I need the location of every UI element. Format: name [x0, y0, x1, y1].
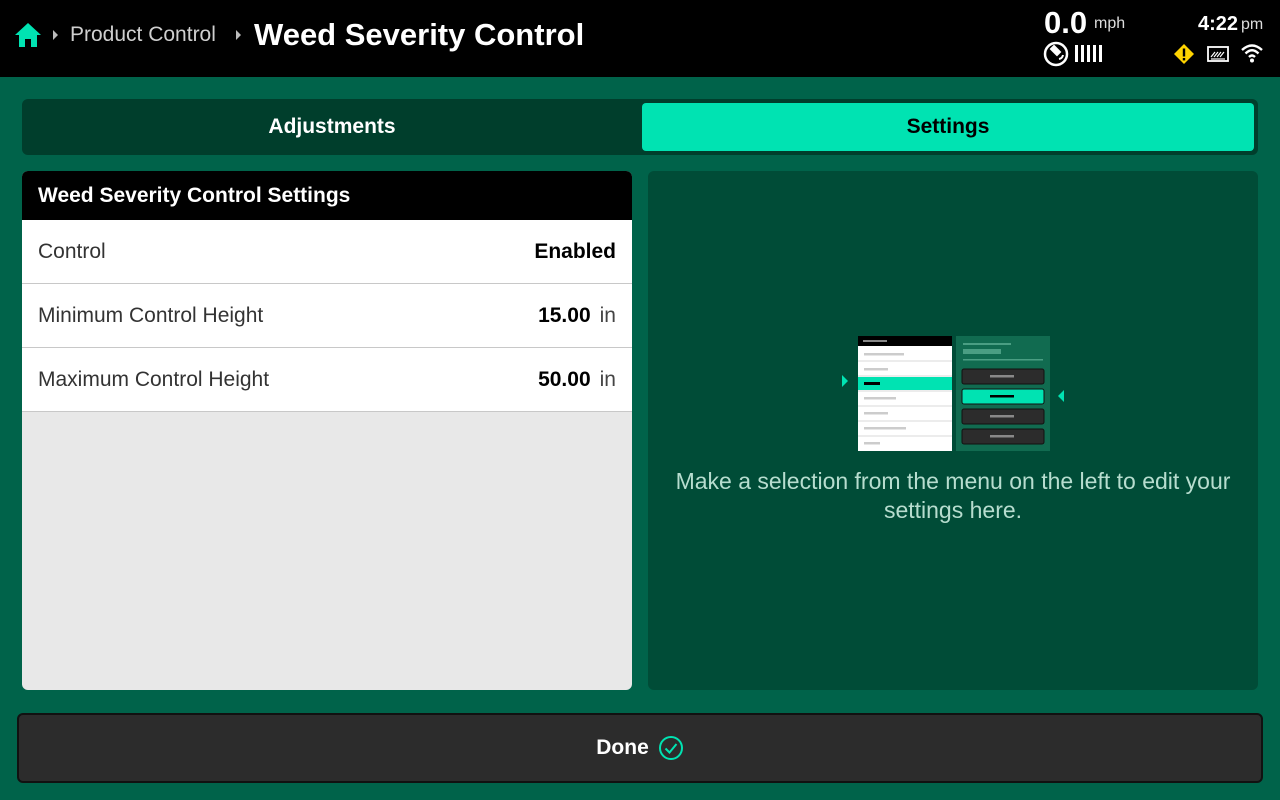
setting-row-minimum-control-height[interactable]: Minimum Control Height 15.00 in [22, 284, 632, 348]
checkmark-circle-icon [658, 736, 683, 760]
wifi-icon[interactable] [1240, 43, 1264, 63]
setting-label: Minimum Control Height [38, 303, 264, 327]
help-panel: Make a selection from the menu on the le… [648, 171, 1258, 690]
signal-strength-icon [1075, 45, 1102, 62]
clock-ampm: pm [1241, 16, 1264, 33]
setting-unit: in [599, 367, 616, 391]
setting-unit: in [599, 303, 616, 327]
home-icon[interactable] [14, 22, 42, 48]
help-message: Make a selection from the menu on the le… [675, 468, 1231, 523]
gps-satellite-icon[interactable] [1043, 41, 1069, 67]
setting-label: Maximum Control Height [38, 367, 270, 391]
speed-unit: mph [1094, 15, 1126, 32]
setting-value-group: Enabled [534, 240, 616, 264]
breadcrumb-arrow-icon [53, 30, 58, 40]
setting-label: Control [38, 239, 106, 263]
clock-time: 4:22 [1198, 13, 1239, 35]
setting-value: Enabled [534, 239, 616, 263]
setting-value-group: 15.00 in [538, 304, 616, 328]
tab-settings[interactable]: Settings [642, 103, 1254, 151]
warning-icon[interactable] [1173, 43, 1195, 65]
setting-value: 15.00 [538, 303, 591, 327]
menu-selection-illustration [842, 336, 1064, 451]
setting-row-maximum-control-height[interactable]: Maximum Control Height 50.00 in [22, 348, 632, 412]
breadcrumb-product-control[interactable]: Product Control [70, 22, 216, 48]
top-bar: Product Control Weed Severity Control 0.… [0, 0, 1280, 77]
speed-readout: 0.0 [1044, 5, 1088, 40]
page-title: Weed Severity Control [254, 17, 585, 52]
done-label: Done [596, 736, 649, 759]
tab-bar: Adjustments Settings [22, 99, 1258, 155]
setting-value-group: 50.00 in [538, 368, 616, 392]
setting-value: 50.00 [538, 367, 591, 391]
done-button[interactable]: Done [17, 713, 1263, 783]
settings-list-panel: Weed Severity Control Settings Control E… [22, 171, 632, 690]
breadcrumb-arrow-icon [236, 30, 241, 40]
tab-adjustments[interactable]: Adjustments [26, 103, 638, 151]
display-icon[interactable] [1207, 45, 1229, 63]
settings-list-title: Weed Severity Control Settings [22, 171, 632, 220]
setting-row-control[interactable]: Control Enabled [22, 220, 632, 284]
